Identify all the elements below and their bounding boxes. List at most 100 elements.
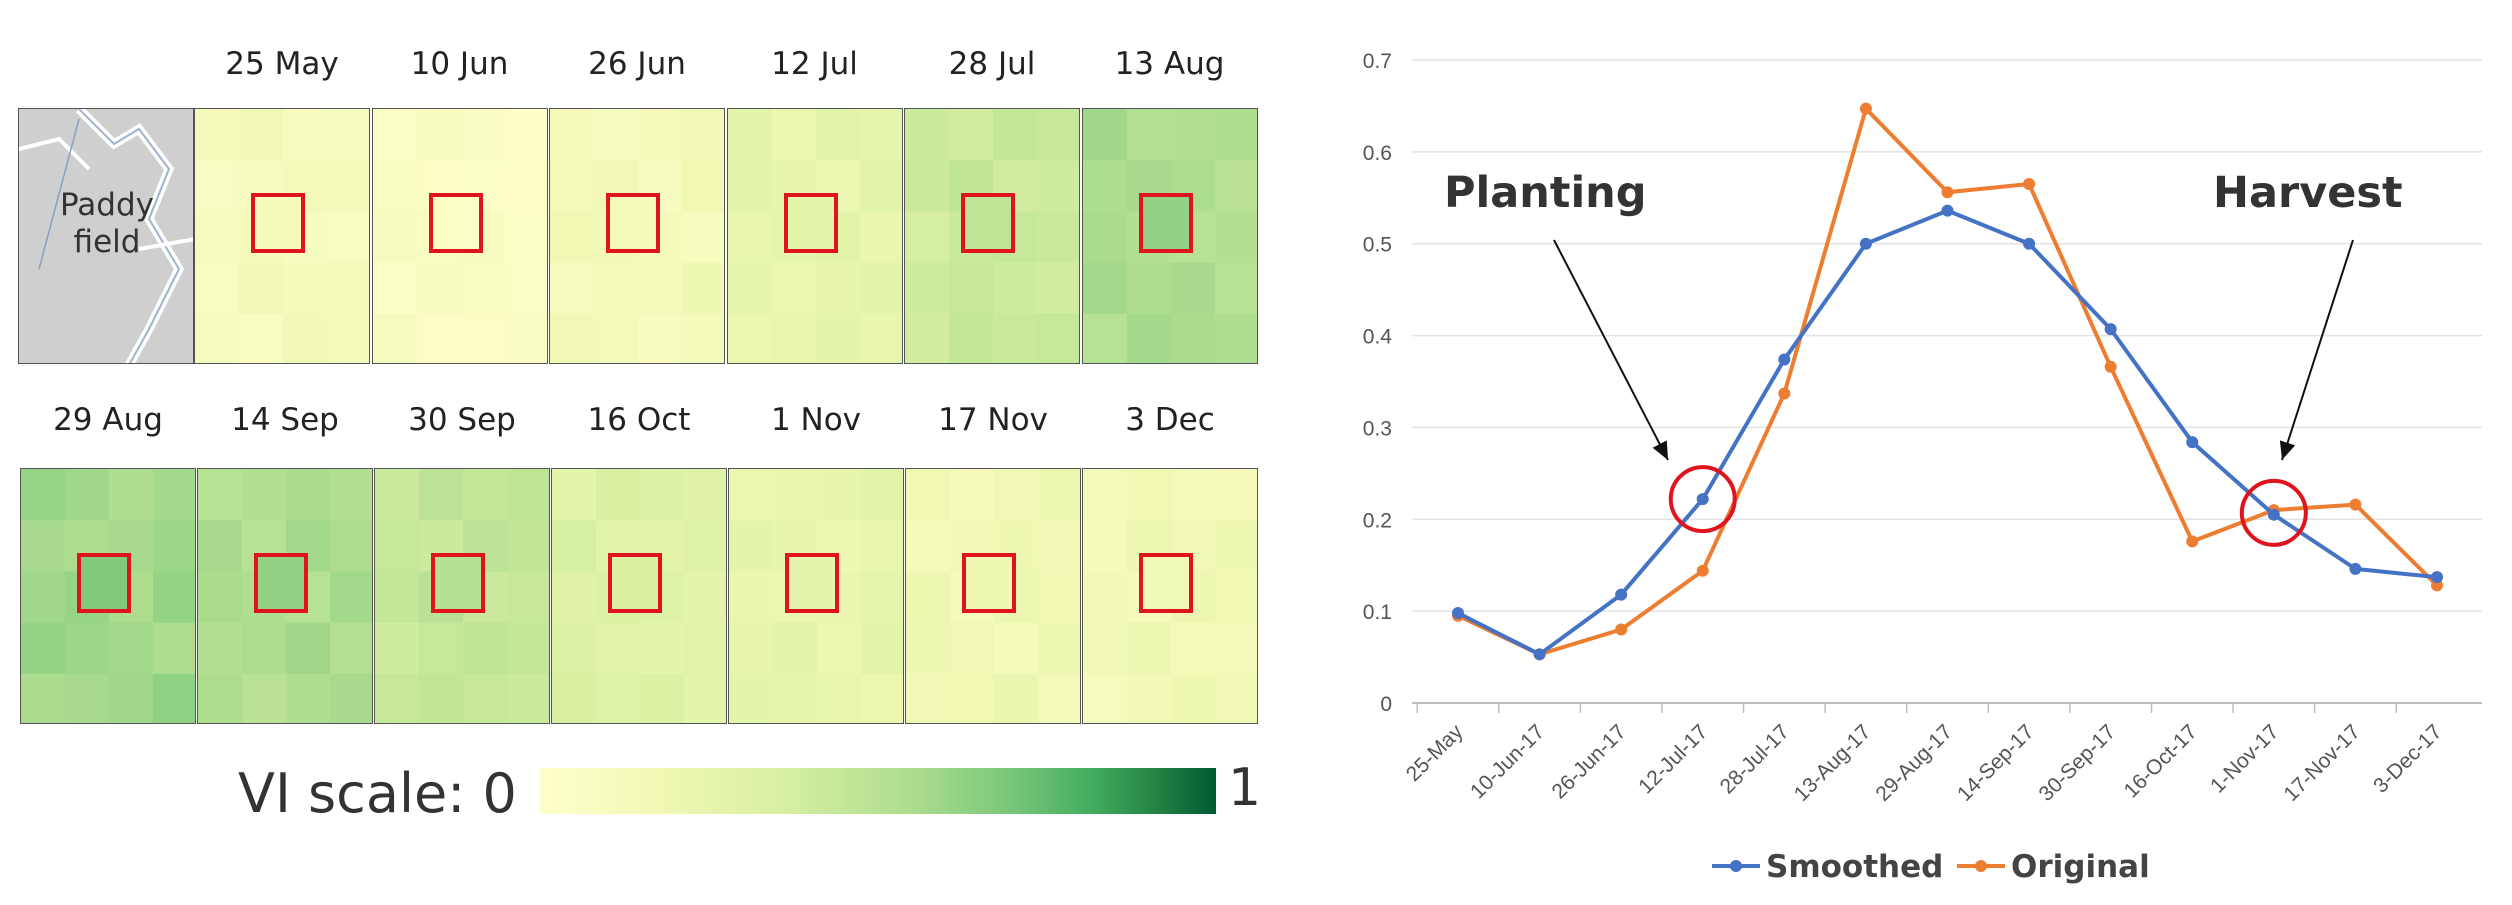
vi-pixel: [286, 673, 331, 723]
vi-pixel: [684, 520, 726, 573]
vi-pixel: [460, 262, 506, 315]
vi-pixel: [905, 211, 950, 264]
vi-pixel: [817, 622, 862, 675]
vi-pixel: [949, 313, 994, 363]
vi-pixel: [550, 109, 595, 162]
vi-pixel: [594, 262, 639, 315]
vi-scale-max: 1: [1228, 758, 1262, 818]
vi-pixel: [906, 673, 951, 723]
legend-label: Original: [2011, 849, 2150, 885]
vi-pixel: [950, 469, 995, 522]
vi-pixel: [859, 313, 902, 363]
vi-pixel: [153, 673, 195, 723]
x-tick-label: 30-Sep-17: [2035, 720, 2121, 806]
vi-pixel: [242, 469, 287, 522]
vi-pixel: [682, 211, 724, 264]
vi-pixel: [1038, 673, 1080, 723]
vi-pixel: [1215, 571, 1257, 624]
vi-pixel: [861, 622, 903, 675]
vi-pixel: [504, 160, 547, 213]
data-point-original: [2104, 360, 2117, 373]
vi-tile-image: [552, 469, 726, 723]
vi-pixel: [375, 673, 420, 723]
y-tick-label: 0.6: [1363, 142, 1392, 165]
x-tick-label: 13-Aug-17: [1790, 720, 1876, 806]
vi-pixel: [1127, 469, 1172, 522]
vi-pixel: [507, 622, 549, 675]
vi-tile: [549, 108, 725, 364]
vi-pixel: [375, 622, 420, 675]
vi-pixel: [1037, 211, 1079, 264]
data-point-smoothed: [1859, 237, 1872, 250]
vi-pixel: [330, 622, 372, 675]
data-point-smoothed: [1452, 606, 1464, 619]
y-tick-label: 0.4: [1363, 326, 1393, 349]
tile-date-label: 25 May: [225, 46, 339, 82]
vi-pixel: [195, 160, 240, 213]
vi-pixel: [729, 622, 774, 675]
vi-pixel: [994, 469, 1039, 522]
vi-scale-colorbar: [540, 768, 1216, 814]
vi-pixel: [198, 571, 243, 624]
vi-pixel: [1127, 673, 1172, 723]
paddy-pixel-box: [428, 193, 483, 253]
vi-pixel: [1038, 622, 1080, 675]
vi-pixel: [65, 469, 110, 522]
vi-pixel: [773, 469, 818, 522]
vi-pixel: [682, 313, 724, 363]
vi-tile: [1081, 108, 1258, 364]
vi-tile-image: [375, 469, 549, 723]
x-tick-label: 14-Sep-17: [1953, 720, 2039, 806]
vi-pixel: [905, 160, 950, 213]
paddy-pixel-box: [608, 553, 662, 613]
data-point-smoothed: [2023, 237, 2036, 250]
vi-pixel: [596, 673, 641, 723]
vi-pixel: [552, 673, 597, 723]
vi-pixel: [638, 262, 683, 315]
vi-pixel: [65, 673, 110, 723]
vi-tile-image: [21, 469, 195, 723]
vi-pixel: [463, 469, 508, 522]
vi-pixel: [859, 160, 902, 213]
vi-pixel: [684, 622, 726, 675]
vi-pixel: [552, 520, 597, 573]
tile-date-label: 14 Sep: [231, 402, 339, 438]
data-point-smoothed: [1778, 353, 1791, 366]
vi-pixel: [682, 109, 724, 162]
vi-tile-image: [372, 109, 547, 363]
vi-pixel: [1170, 109, 1216, 162]
vi-pixel: [1171, 622, 1216, 675]
vi-pixel: [859, 262, 902, 315]
vi-pixel: [198, 469, 243, 522]
tile-date-label: 1 Nov: [770, 402, 862, 438]
vi-pixel: [950, 673, 995, 723]
vi-pixel: [727, 109, 773, 162]
vi-pixel: [327, 313, 369, 363]
x-tick-label: 3-Dec-17: [2369, 720, 2446, 797]
data-point-smoothed: [2104, 323, 2117, 336]
vi-pixel: [994, 673, 1039, 723]
vi-pixel: [372, 160, 418, 213]
vi-pixel: [773, 673, 818, 723]
data-point-original: [1615, 623, 1628, 636]
data-point-smoothed: [1941, 204, 1954, 217]
x-tick-label: 28-Jul-17: [1716, 720, 1794, 798]
vi-pixel: [861, 571, 903, 624]
vi-pixel: [283, 109, 328, 162]
vi-pixel: [993, 262, 1038, 315]
paddy-pixel-box: [961, 193, 1015, 253]
tile-date-label: 3 Dec: [1125, 402, 1215, 438]
vi-pixel: [416, 262, 462, 315]
vi-pixel: [550, 160, 595, 213]
vi-pixel: [859, 211, 902, 264]
vi-pixel: [416, 109, 462, 162]
vi-pixel: [239, 262, 284, 315]
paddy-pixel-box: [431, 553, 485, 613]
vi-pixel: [817, 673, 862, 723]
vi-pixel: [994, 622, 1039, 675]
vi-pixel: [1215, 520, 1257, 573]
vi-pixel: [195, 313, 240, 363]
vi-pixel: [283, 262, 328, 315]
legend-swatch-marker: [1975, 860, 1987, 872]
vi-pixel: [372, 313, 418, 363]
